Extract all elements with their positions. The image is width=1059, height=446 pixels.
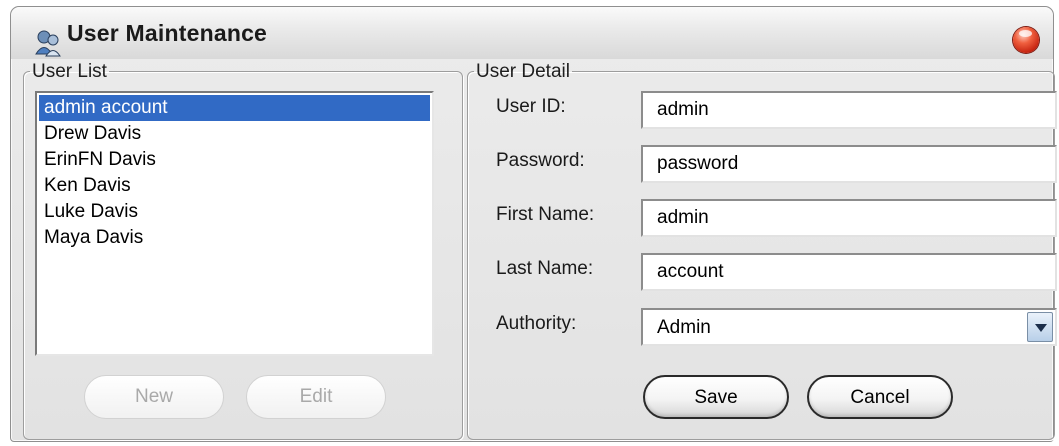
save-button[interactable]: Save <box>643 375 789 419</box>
password-field[interactable] <box>641 145 1057 183</box>
close-button[interactable] <box>1013 27 1039 53</box>
user-maintenance-window: User Maintenance User List admin account… <box>10 6 1057 442</box>
authority-selected-value: Admin <box>657 317 711 338</box>
user-id-label: User ID: <box>496 96 566 117</box>
first-name-label: First Name: <box>496 204 595 225</box>
password-label: Password: <box>496 150 585 171</box>
list-item[interactable]: Luke Davis <box>39 199 430 225</box>
user-listbox[interactable]: admin account Drew Davis ErinFN Davis Ke… <box>35 91 434 356</box>
authority-select[interactable]: Admin <box>641 308 1057 346</box>
list-item[interactable]: Drew Davis <box>39 121 430 147</box>
title-bar[interactable]: User Maintenance <box>11 7 1053 59</box>
list-item[interactable]: admin account <box>39 95 430 121</box>
user-detail-legend: User Detail <box>476 61 570 82</box>
new-button[interactable]: New <box>84 375 224 419</box>
authority-label: Authority: <box>496 313 577 334</box>
edit-button[interactable]: Edit <box>246 375 386 419</box>
first-name-field[interactable] <box>641 199 1057 237</box>
window-title: User Maintenance <box>67 20 268 46</box>
cancel-button[interactable]: Cancel <box>807 375 953 419</box>
list-item[interactable]: Ken Davis <box>39 173 430 199</box>
user-id-field[interactable] <box>641 91 1057 129</box>
list-item[interactable]: Maya Davis <box>39 225 430 251</box>
last-name-label: Last Name: <box>496 258 594 279</box>
users-icon <box>35 30 61 57</box>
last-name-field[interactable] <box>641 253 1057 291</box>
user-list-legend: User List <box>32 61 107 82</box>
list-item[interactable]: ErinFN Davis <box>39 147 430 173</box>
chevron-down-icon[interactable] <box>1027 312 1053 342</box>
